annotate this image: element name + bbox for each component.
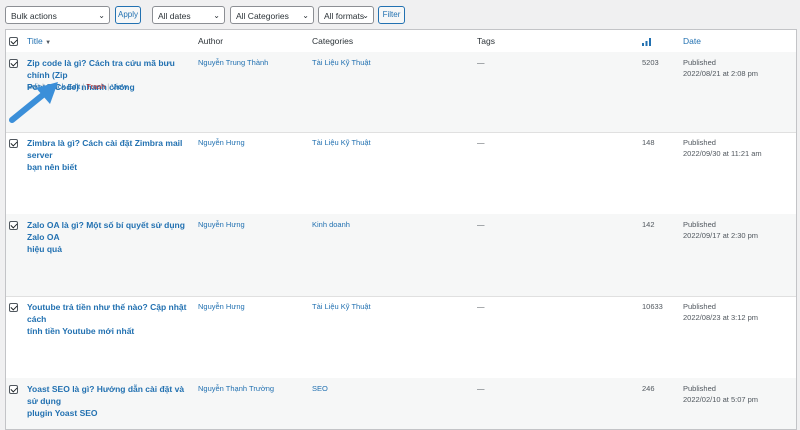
view-link[interactable]: View — [111, 82, 127, 91]
post-title-line: Yoast SEO là gì? Hướng dẫn cài đặt và sử… — [27, 384, 185, 406]
format-filter-value: All formats — [324, 11, 365, 21]
category-filter-value: All Categories — [236, 11, 289, 21]
bulk-actions-value: Bulk actions — [11, 11, 57, 21]
date-cell: Published 2022/02/10 at 5:07 pm — [683, 383, 758, 405]
select-all-checkbox[interactable] — [9, 37, 18, 46]
post-status: Published — [683, 58, 716, 67]
category-filter-select[interactable]: All Categories ⌄ — [230, 6, 314, 24]
post-title-link[interactable]: Zimbra là gì? Cách cài đặt Zimbra mail s… — [27, 137, 192, 173]
column-title[interactable]: Title ▼ — [27, 30, 51, 52]
views-count: 5203 — [642, 58, 659, 67]
row-checkbox[interactable] — [9, 385, 18, 394]
table-row: Youtube trả tiền như thế nào? Cập nhật c… — [6, 296, 796, 379]
chevron-down-icon: ⌄ — [362, 11, 369, 20]
sort-caret-icon: ▼ — [45, 40, 52, 46]
post-title-line: hiệu quả — [27, 244, 62, 254]
table-header: Title ▼ Author Categories Tags Date — [6, 30, 796, 53]
column-views[interactable] — [642, 30, 651, 52]
row-checkbox[interactable] — [9, 303, 18, 312]
annotation-arrow-icon — [9, 82, 58, 123]
bulk-actions-select[interactable]: Bulk actions ⌄ — [5, 6, 110, 24]
category-link[interactable]: Tài Liệu Kỹ Thuật — [312, 302, 371, 312]
post-status: Published — [683, 220, 716, 229]
tags-value: — — [477, 138, 485, 147]
post-date: 2022/08/23 at 3:12 pm — [683, 313, 759, 322]
post-title-line: Zimbra là gì? Cách cài đặt Zimbra mail s… — [27, 138, 183, 160]
date-cell: Published 2022/08/21 at 2:08 pm — [683, 57, 758, 79]
views-count: 148 — [642, 138, 655, 147]
category-link[interactable]: SEO — [312, 384, 328, 394]
post-date: 2022/08/21 at 2:08 pm — [683, 69, 759, 78]
table-row: Zalo OA là gì? Một số bí quyết sử dụng Z… — [6, 214, 796, 297]
table-row: Yoast SEO là gì? Hướng dẫn cài đặt và sử… — [6, 378, 796, 429]
separator: | — [107, 82, 110, 91]
post-date: 2022/02/10 at 5:07 pm — [683, 395, 759, 404]
column-tags: Tags — [477, 36, 495, 46]
author-link[interactable]: Nguyễn Hưng — [198, 138, 245, 148]
category-link[interactable]: Tài Liệu Kỹ Thuật — [312, 58, 371, 68]
author-link[interactable]: Nguyễn Hưng — [198, 220, 245, 230]
post-title-line: Zalo OA là gì? Một số bí quyết sử dụng Z… — [27, 220, 185, 242]
tags-value: — — [477, 384, 485, 393]
views-count: 246 — [642, 384, 655, 393]
category-link[interactable]: Tài Liệu Kỹ Thuật — [312, 138, 371, 148]
tablenav-top: Bulk actions ⌄ Apply All dates ⌄ All Cat… — [0, 0, 800, 32]
separator: | — [82, 82, 85, 91]
post-title-link[interactable]: Youtube trả tiền như thế nào? Cập nhật c… — [27, 301, 192, 337]
post-date: 2022/09/17 at 2:30 pm — [683, 231, 759, 240]
date-cell: Published 2022/09/30 at 11:21 am — [683, 137, 762, 159]
column-date[interactable]: Date — [683, 30, 701, 52]
views-count: 10633 — [642, 302, 663, 311]
post-title-line: bạn nên biết — [27, 162, 78, 172]
tags-value: — — [477, 220, 485, 229]
post-title-link[interactable]: Zalo OA là gì? Một số bí quyết sử dụng Z… — [27, 219, 192, 255]
row-checkbox[interactable] — [9, 139, 18, 148]
author-link[interactable]: Nguyễn Trung Thành — [198, 58, 268, 68]
date-cell: Published 2022/08/23 at 3:12 pm — [683, 301, 758, 323]
post-status: Published — [683, 138, 716, 147]
table-row: Zimbra là gì? Cách cài đặt Zimbra mail s… — [6, 132, 796, 215]
table-row: Zip code là gì? Cách tra cứu mã bưu chín… — [6, 52, 796, 133]
trash-link[interactable]: Trash — [86, 82, 105, 91]
stats-bar-icon — [642, 37, 651, 46]
post-date: 2022/09/30 at 11:21 am — [683, 149, 762, 158]
posts-table: Title ▼ Author Categories Tags Date Zip … — [5, 29, 797, 430]
post-title-line: Youtube trả tiền như thế nào? Cập nhật c… — [27, 302, 187, 324]
format-filter-select[interactable]: All formats ⌄ — [318, 6, 374, 24]
date-filter-select[interactable]: All dates ⌄ — [152, 6, 225, 24]
post-title-link[interactable]: Yoast SEO là gì? Hướng dẫn cài đặt và sử… — [27, 383, 192, 419]
author-link[interactable]: Nguyễn Thạnh Trường — [198, 384, 274, 394]
date-filter-value: All dates — [158, 11, 191, 21]
filter-button[interactable]: Filter — [378, 6, 405, 24]
row-checkbox[interactable] — [9, 221, 18, 230]
post-title-line: plugin Yoast SEO — [27, 408, 98, 418]
column-author: Author — [198, 36, 224, 46]
category-link[interactable]: Kinh doanh — [312, 220, 350, 230]
chevron-down-icon: ⌄ — [98, 11, 105, 20]
column-title-label: Title — [27, 36, 43, 46]
views-count: 142 — [642, 220, 655, 229]
tags-value: — — [477, 58, 485, 67]
apply-button[interactable]: Apply — [115, 6, 141, 24]
post-status: Published — [683, 384, 716, 393]
post-title-line: tính tiền Youtube mới nhất — [27, 326, 135, 336]
column-categories: Categories — [312, 36, 354, 46]
chevron-down-icon: ⌄ — [213, 11, 220, 20]
author-link[interactable]: Nguyễn Hưng — [198, 302, 245, 312]
date-cell: Published 2022/09/17 at 2:30 pm — [683, 219, 758, 241]
tags-value: — — [477, 302, 485, 311]
post-status: Published — [683, 302, 716, 311]
row-checkbox[interactable] — [9, 59, 18, 68]
chevron-down-icon: ⌄ — [302, 11, 309, 20]
